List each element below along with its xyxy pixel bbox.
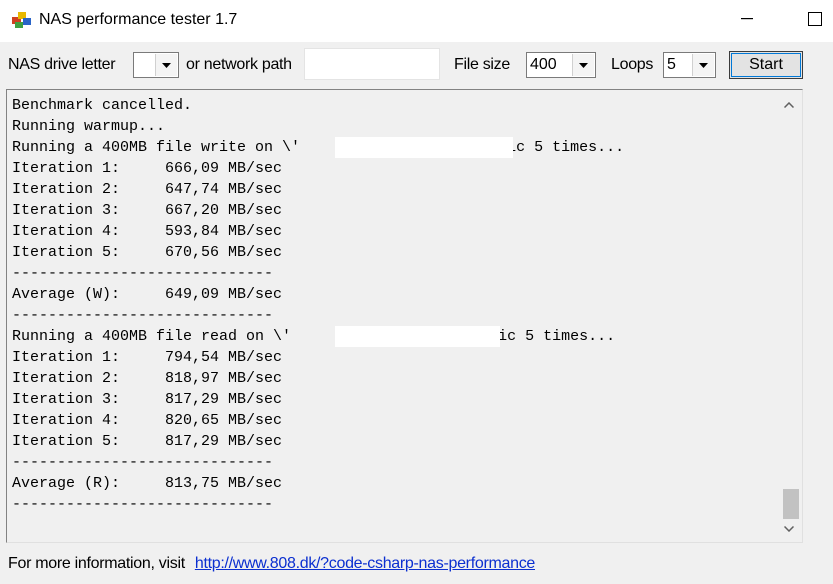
log-line: -----------------------------: [12, 265, 274, 282]
redacted-path: [335, 137, 513, 158]
maximize-icon: [808, 12, 822, 26]
log-line: Iteration 4: 593,84 MB/sec: [12, 223, 283, 240]
log-line: Running warmup...: [12, 118, 166, 135]
log-line: Iteration 5: 670,56 MB/sec: [12, 244, 283, 261]
chevron-down-icon: [162, 62, 171, 68]
log-line: Iteration 4: 820,65 MB/sec: [12, 412, 283, 429]
minimize-button[interactable]: [724, 0, 770, 38]
log-line: Iteration 1: 794,54 MB/sec: [12, 349, 283, 366]
drive-letter-label: NAS drive letter: [8, 56, 116, 73]
toolbar: NAS drive letter or network path File si…: [0, 42, 833, 90]
log-line: -----------------------------: [12, 496, 274, 513]
window-title: NAS performance tester 1.7: [39, 11, 238, 28]
dropdown-button[interactable]: [572, 54, 594, 76]
scroll-thumb[interactable]: [783, 489, 799, 519]
log-line: Benchmark cancelled.: [12, 97, 193, 114]
log-line: Iteration 5: 817,29 MB/sec: [12, 433, 283, 450]
info-link[interactable]: http://www.808.dk/?code-csharp-nas-perfo…: [195, 555, 535, 572]
log-line: Iteration 2: 818,97 MB/sec: [12, 370, 283, 387]
network-path-input[interactable]: [304, 48, 440, 80]
footer: For more information, visit http://www.80…: [8, 555, 535, 573]
log-line: Average (W): 649,09 MB/sec: [12, 286, 283, 303]
log-line: Average (R): 813,75 MB/sec: [12, 475, 283, 492]
chevron-down-icon: [579, 62, 588, 68]
loops-value: 5: [667, 56, 676, 73]
log-line: Iteration 3: 667,20 MB/sec: [12, 202, 283, 219]
scroll-down-button[interactable]: [776, 516, 802, 542]
footer-text: For more information, visit: [8, 555, 185, 572]
log-line: Running a 400MB file write on \' \Public…: [12, 139, 625, 156]
log-line: Running a 400MB file read on \' \Public …: [12, 328, 616, 345]
network-path-label: or network path: [186, 56, 292, 73]
chevron-down-icon: [784, 526, 794, 532]
log-line: -----------------------------: [12, 307, 274, 324]
log-line: -----------------------------: [12, 454, 274, 471]
dropdown-button[interactable]: [155, 54, 177, 76]
loops-label: Loops: [611, 56, 654, 73]
dropdown-button[interactable]: [692, 54, 714, 76]
vertical-scrollbar[interactable]: [776, 90, 802, 542]
minimize-icon: [741, 18, 753, 20]
log-line: Iteration 2: 647,74 MB/sec: [12, 181, 283, 198]
chevron-down-icon: [699, 62, 708, 68]
log-line: Iteration 1: 666,09 MB/sec: [12, 160, 283, 177]
redacted-path: [335, 326, 500, 347]
output-log[interactable]: Benchmark cancelled. Running warmup... R…: [6, 89, 803, 543]
file-size-value: 400: [530, 56, 557, 73]
app-icon: [12, 12, 31, 28]
drive-letter-select[interactable]: [133, 52, 179, 78]
scroll-up-button[interactable]: [776, 92, 802, 118]
file-size-label: File size: [454, 56, 510, 73]
title-bar: NAS performance tester 1.7: [0, 0, 833, 42]
chevron-up-icon: [784, 102, 794, 108]
log-line: Iteration 3: 817,29 MB/sec: [12, 391, 283, 408]
file-size-select[interactable]: 400: [526, 52, 596, 78]
loops-select[interactable]: 5: [663, 52, 716, 78]
log-text: Benchmark cancelled. Running warmup... R…: [12, 95, 624, 515]
start-button[interactable]: Start: [729, 51, 803, 79]
maximize-button[interactable]: [792, 0, 833, 38]
